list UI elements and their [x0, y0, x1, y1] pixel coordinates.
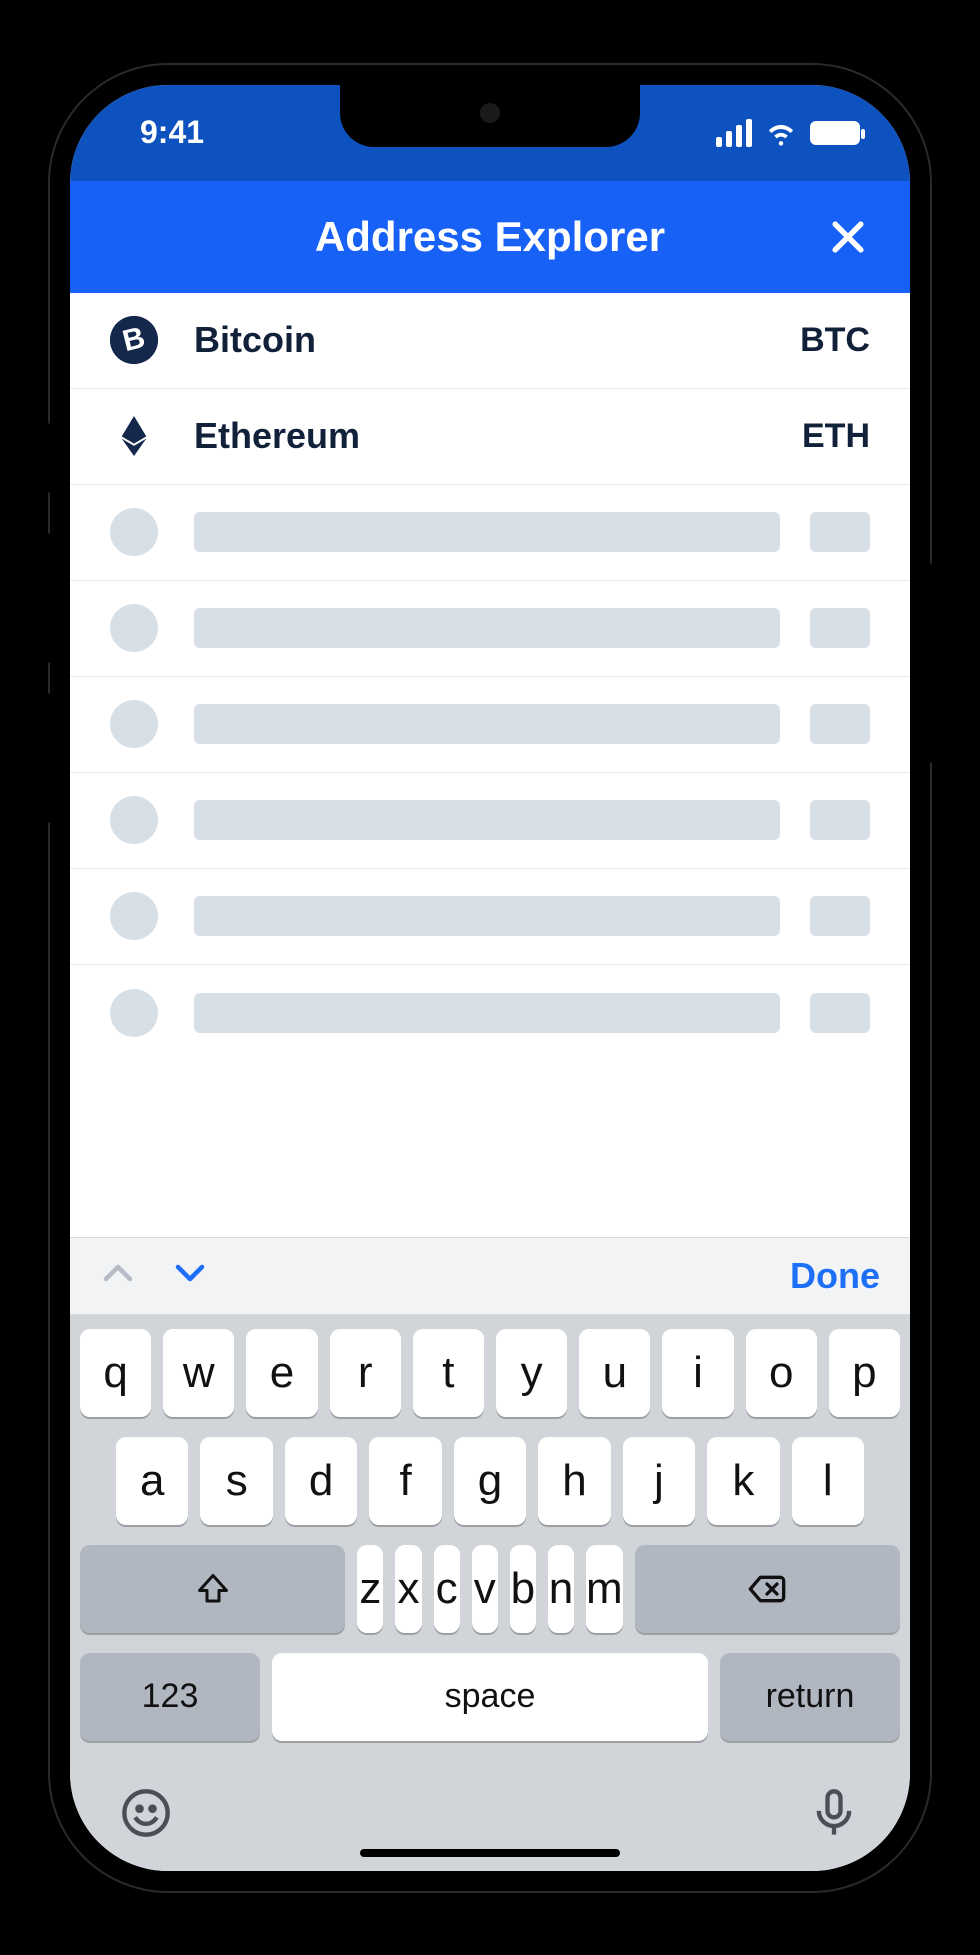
bitcoin-icon: B — [110, 316, 158, 364]
home-indicator[interactable] — [360, 1849, 620, 1857]
key-s[interactable]: s — [200, 1437, 272, 1525]
cellular-icon — [716, 119, 752, 147]
screen: 9:41 Address Explorer B Bitcoin BTC — [70, 85, 910, 1871]
dictation-key[interactable] — [808, 1787, 860, 1844]
ethereum-icon — [110, 412, 158, 460]
key-q[interactable]: q — [80, 1329, 151, 1417]
next-field-button[interactable] — [172, 1255, 208, 1296]
key-x[interactable]: x — [395, 1545, 421, 1633]
battery-icon — [810, 121, 860, 145]
status-right — [716, 118, 860, 148]
ringer-switch — [42, 423, 52, 493]
keyboard-row-2: asdfghjkl — [80, 1437, 900, 1525]
key-b[interactable]: b — [510, 1545, 536, 1633]
close-icon — [826, 215, 870, 259]
space-key[interactable]: space — [272, 1653, 708, 1741]
numbers-key[interactable]: 123 — [80, 1653, 260, 1741]
keyboard-row-3: zxcvbnm — [80, 1545, 900, 1633]
key-g[interactable]: g — [454, 1437, 526, 1525]
key-z[interactable]: z — [357, 1545, 383, 1633]
nav-bar: Address Explorer — [70, 181, 910, 293]
asset-name: Ethereum — [194, 415, 802, 457]
key-l[interactable]: l — [792, 1437, 864, 1525]
chevron-down-icon — [172, 1255, 208, 1291]
shift-key[interactable] — [80, 1545, 345, 1633]
asset-row-bitcoin[interactable]: B Bitcoin BTC — [70, 293, 910, 389]
asset-list: B Bitcoin BTC Ethereum ETH — [70, 293, 910, 1237]
keyboard-row-1: qwertyuiop — [80, 1329, 900, 1417]
wifi-icon — [766, 118, 796, 148]
volume-down-button — [42, 693, 52, 823]
key-t[interactable]: t — [413, 1329, 484, 1417]
page-title: Address Explorer — [315, 213, 665, 261]
skeleton-row — [70, 773, 910, 869]
key-y[interactable]: y — [496, 1329, 567, 1417]
key-w[interactable]: w — [163, 1329, 234, 1417]
keyboard-done-button[interactable]: Done — [790, 1255, 880, 1297]
power-button — [928, 563, 938, 763]
notch — [340, 85, 640, 147]
key-v[interactable]: v — [472, 1545, 498, 1633]
keyboard: qwertyuiop asdfghjkl zxcvbnm 123 space r… — [70, 1315, 910, 1871]
skeleton-row — [70, 869, 910, 965]
key-u[interactable]: u — [579, 1329, 650, 1417]
volume-up-button — [42, 533, 52, 663]
key-f[interactable]: f — [369, 1437, 441, 1525]
key-h[interactable]: h — [538, 1437, 610, 1525]
status-time: 9:41 — [140, 114, 204, 151]
emoji-key[interactable] — [120, 1787, 172, 1844]
keyboard-row-4: 123 space return — [80, 1653, 900, 1741]
skeleton-row — [70, 581, 910, 677]
key-a[interactable]: a — [116, 1437, 188, 1525]
keyboard-accessory-bar: Done — [70, 1237, 910, 1315]
return-key[interactable]: return — [720, 1653, 900, 1741]
key-o[interactable]: o — [746, 1329, 817, 1417]
skeleton-row — [70, 677, 910, 773]
key-k[interactable]: k — [707, 1437, 779, 1525]
skeleton-row — [70, 965, 910, 1061]
backspace-icon — [747, 1569, 787, 1609]
key-j[interactable]: j — [623, 1437, 695, 1525]
key-d[interactable]: d — [285, 1437, 357, 1525]
shift-icon — [195, 1571, 231, 1607]
prev-field-button[interactable] — [100, 1255, 136, 1296]
key-c[interactable]: c — [434, 1545, 460, 1633]
asset-symbol: ETH — [802, 417, 870, 456]
key-n[interactable]: n — [548, 1545, 574, 1633]
chevron-up-icon — [100, 1255, 136, 1291]
phone-frame: 9:41 Address Explorer B Bitcoin BTC — [48, 63, 932, 1893]
emoji-icon — [120, 1787, 172, 1839]
backspace-key[interactable] — [635, 1545, 900, 1633]
key-p[interactable]: p — [829, 1329, 900, 1417]
key-r[interactable]: r — [330, 1329, 401, 1417]
key-i[interactable]: i — [662, 1329, 733, 1417]
asset-name: Bitcoin — [194, 319, 800, 361]
asset-symbol: BTC — [800, 321, 870, 360]
key-m[interactable]: m — [586, 1545, 623, 1633]
close-button[interactable] — [826, 215, 870, 259]
skeleton-row — [70, 485, 910, 581]
key-e[interactable]: e — [246, 1329, 317, 1417]
asset-row-ethereum[interactable]: Ethereum ETH — [70, 389, 910, 485]
microphone-icon — [808, 1787, 860, 1839]
